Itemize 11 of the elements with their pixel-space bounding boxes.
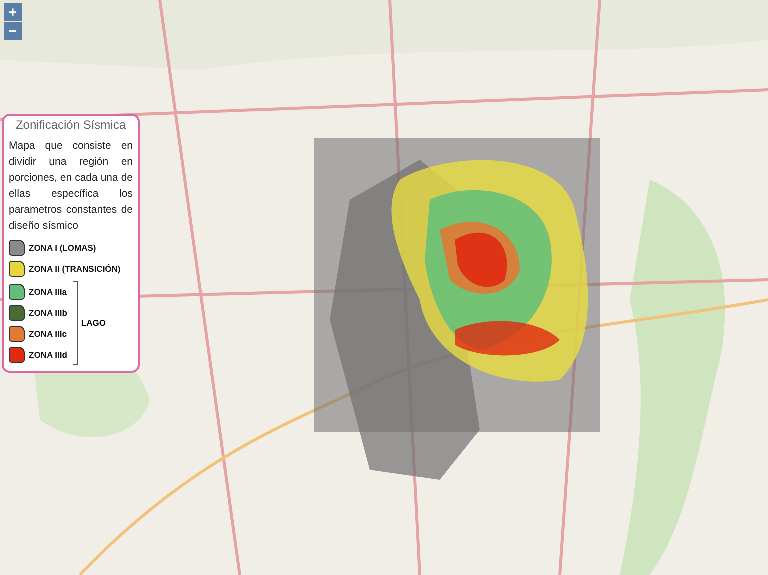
zone-label: ZONA IIIa [29, 286, 67, 296]
zone-label: ZONA I (LOMAS) [29, 243, 96, 253]
legend-title: Zonificación Sísmica [14, 118, 128, 132]
zone-label: ZONA II (TRANSICIÓN) [29, 264, 121, 274]
zone-label: ZONA IIIb [29, 308, 68, 318]
group-label: LAGO [81, 318, 106, 328]
zoom-out-button[interactable]: − [4, 22, 22, 40]
zoom-in-button[interactable]: + [4, 3, 22, 21]
legend-description: Mapa que consiste en dividir una región en porciones, en cada una de ellas específica los parametros constantes de diseño sísmico [9, 139, 133, 234]
zone-label: ZONA IIIc [29, 328, 67, 338]
zone-label: ZONA IIId [29, 350, 68, 360]
